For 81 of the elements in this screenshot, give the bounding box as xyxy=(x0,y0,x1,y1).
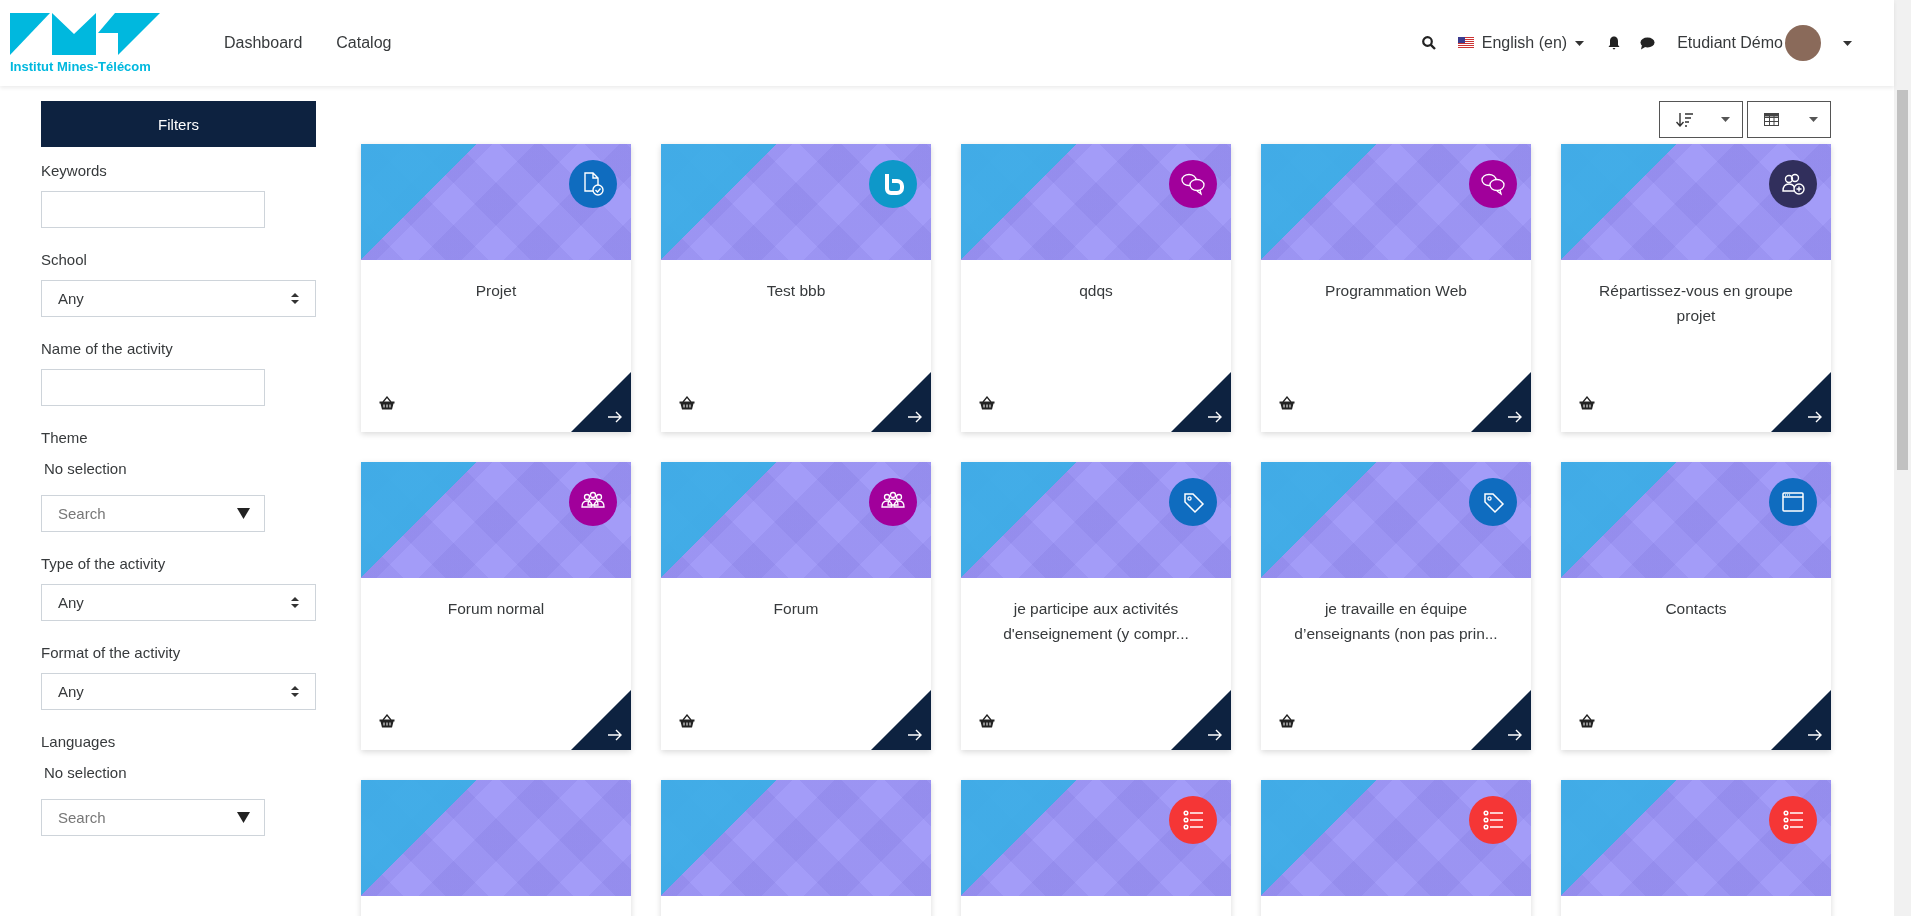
avatar[interactable] xyxy=(1785,25,1821,61)
card-title[interactable]: je travaille en équipe d’enseignants (non pas prin... xyxy=(1261,578,1531,646)
card-title[interactable]: Projet xyxy=(361,260,631,318)
card-title[interactable]: Forum xyxy=(661,578,931,636)
caret-icon xyxy=(1809,117,1818,122)
select-field[interactable]: Any xyxy=(41,280,316,317)
basket-icon[interactable] xyxy=(679,714,695,728)
course-card[interactable]: Forum xyxy=(661,462,931,750)
card-title[interactable]: Répartissez-vous en groupe projet xyxy=(1561,260,1831,328)
arrow-corner-button[interactable] xyxy=(1471,690,1531,750)
basket-icon[interactable] xyxy=(1579,714,1595,728)
sort-arrows-icon xyxy=(291,597,299,608)
arrow-corner-button[interactable] xyxy=(871,690,931,750)
language-menu[interactable]: English (en) xyxy=(1481,34,1568,52)
select-field[interactable]: Any xyxy=(41,584,316,621)
course-card[interactable]: Projet xyxy=(361,144,631,432)
scrollbar[interactable] xyxy=(1894,0,1911,916)
basket-icon[interactable] xyxy=(979,714,995,728)
course-card[interactable]: Répartissez-vous en groupe projet xyxy=(1561,144,1831,432)
selection-text: No selection xyxy=(44,764,128,781)
sort-button[interactable] xyxy=(1659,101,1743,138)
sort-icon xyxy=(1676,112,1693,127)
arrow-corner-button[interactable] xyxy=(1471,372,1531,432)
course-card[interactable]: Programmation Web xyxy=(1261,144,1531,432)
basket-icon[interactable] xyxy=(379,396,395,410)
basket-icon[interactable] xyxy=(1279,396,1295,410)
nav-link[interactable]: Dashboard xyxy=(224,34,303,52)
course-card[interactable]: je participe aux activités d'enseignement (y compr... xyxy=(961,462,1231,750)
card-title[interactable]: Programmation Web xyxy=(1261,260,1531,318)
bell-icon[interactable] xyxy=(1608,36,1621,50)
course-card[interactable]: Contacts xyxy=(1561,462,1831,750)
card-title[interactable]: je participe aux activités d'enseignement (y compr... xyxy=(961,578,1231,646)
basket-icon[interactable] xyxy=(679,396,695,410)
search-dropdown[interactable]: Search xyxy=(41,495,265,532)
basket-icon[interactable] xyxy=(979,396,995,410)
user-name[interactable]: Etudiant Démo xyxy=(1677,34,1783,52)
chat-icon[interactable] xyxy=(1640,36,1656,50)
text-input[interactable] xyxy=(41,369,265,406)
field-label: Languages xyxy=(41,733,117,750)
caret-icon[interactable] xyxy=(1843,40,1852,46)
arrow-corner-button[interactable] xyxy=(1171,372,1231,432)
sort-arrows-icon xyxy=(291,293,299,304)
card-title[interactable]: Contacts xyxy=(1561,578,1831,636)
search-icon[interactable] xyxy=(1421,36,1436,50)
basket-icon[interactable] xyxy=(1279,714,1295,728)
text-input[interactable] xyxy=(41,191,265,228)
field-label: Format of the activity xyxy=(41,644,182,661)
select-field[interactable]: Any xyxy=(41,673,316,710)
arrow-corner-button[interactable] xyxy=(871,372,931,432)
caret-icon xyxy=(237,812,250,823)
caret-icon[interactable] xyxy=(1575,40,1585,46)
field-label: Name of the activity xyxy=(41,340,174,357)
caret-icon xyxy=(237,508,250,519)
arrow-corner-button[interactable] xyxy=(1771,690,1831,750)
field-label: School xyxy=(41,251,88,268)
caret-icon xyxy=(1721,117,1730,122)
view-button[interactable] xyxy=(1747,101,1831,138)
arrow-corner-button[interactable] xyxy=(1171,690,1231,750)
course-card[interactable]: je travaille en équipe d’enseignants (non pas prin... xyxy=(1261,462,1531,750)
arrow-corner-button[interactable] xyxy=(571,372,631,432)
card-title[interactable]: qdqs xyxy=(961,260,1231,318)
basket-icon[interactable] xyxy=(379,714,395,728)
card-title[interactable]: Test bbb xyxy=(661,260,931,318)
selection-text: No selection xyxy=(44,460,128,477)
sort-arrows-icon xyxy=(291,686,299,697)
logo-text: Institut Mines-Télécom xyxy=(10,58,152,74)
arrow-corner-button[interactable] xyxy=(571,690,631,750)
filters-button[interactable]: Filters xyxy=(41,101,316,147)
card-title[interactable]: Forum normal xyxy=(361,578,631,636)
field-label: Type of the activity xyxy=(41,555,167,572)
grid-icon xyxy=(1764,113,1779,126)
flag-icon xyxy=(1457,37,1474,49)
basket-icon[interactable] xyxy=(1579,396,1595,410)
search-dropdown[interactable]: Search xyxy=(41,799,265,836)
field-label: Keywords xyxy=(41,162,108,179)
course-card[interactable]: Test bbb xyxy=(661,144,931,432)
arrow-corner-button[interactable] xyxy=(1771,372,1831,432)
course-card[interactable]: Forum normal xyxy=(361,462,631,750)
nav-link[interactable]: Catalog xyxy=(336,34,392,52)
field-label: Theme xyxy=(41,429,89,446)
course-card[interactable]: qdqs xyxy=(961,144,1231,432)
